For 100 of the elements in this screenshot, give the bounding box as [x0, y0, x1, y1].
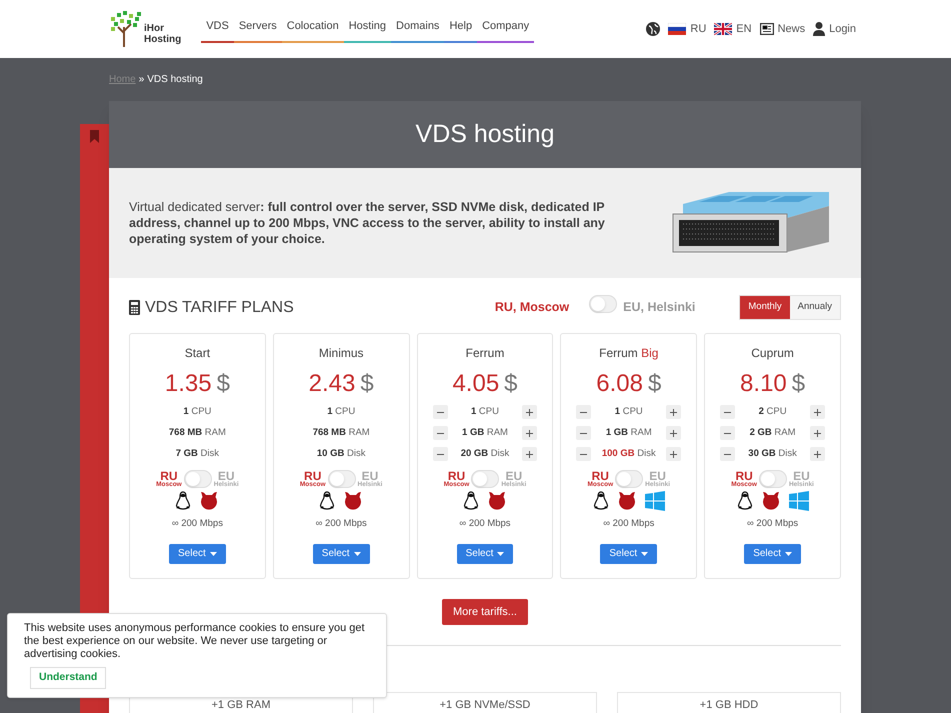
plus-icon [814, 450, 821, 458]
location-toggle[interactable] [328, 470, 356, 488]
currency-sign: $ [360, 369, 374, 399]
calculator-icon [129, 300, 140, 315]
spec-text: 1 CPU [614, 404, 643, 419]
location-toggle[interactable] [589, 294, 618, 312]
plan-price: 4.05 [452, 369, 500, 399]
spec-text: 1 GB RAM [462, 426, 508, 440]
minus-button[interactable] [720, 426, 736, 440]
plus-button[interactable] [810, 447, 825, 461]
nav-link[interactable]: VDS [201, 15, 234, 43]
plus-icon [670, 408, 678, 416]
location-code: RU [160, 470, 178, 482]
spec-text: 100 GB Disk [602, 446, 656, 461]
billing-tab[interactable]: Annualy [790, 296, 840, 319]
location-code: RU [735, 470, 753, 482]
caret-icon [641, 552, 648, 556]
plus-button[interactable] [522, 405, 538, 419]
plan-name: Ferrum [466, 345, 504, 362]
currency-sign: $ [504, 369, 518, 399]
page-title: VDS hosting [416, 118, 554, 150]
location-toggle[interactable] [758, 470, 787, 488]
penguin-icon [462, 490, 479, 510]
select-button[interactable]: Select [312, 544, 370, 564]
plus-button[interactable] [666, 405, 682, 419]
minus-button[interactable] [432, 426, 448, 440]
russia-flag-icon [668, 23, 686, 35]
location-toggle[interactable] [471, 470, 500, 488]
bookmark-icon [90, 130, 99, 143]
minus-button[interactable] [576, 447, 592, 461]
location-code: EU [505, 470, 522, 482]
globe-icon[interactable] [646, 22, 660, 36]
minus-button[interactable] [432, 447, 448, 461]
location-toggle[interactable] [184, 470, 212, 488]
plus-icon [814, 408, 821, 416]
minus-button[interactable] [432, 405, 448, 419]
nav-link[interactable]: Help [444, 15, 478, 43]
plus-button[interactable] [522, 426, 538, 440]
speed-text: ∞ 200 Mbps [747, 516, 798, 530]
nav-link[interactable]: Colocation [282, 15, 344, 43]
speed-text: ∞ 200 Mbps [603, 516, 654, 530]
spec-text: 1 CPU [183, 404, 212, 419]
windows-icon [788, 490, 809, 510]
windows-icon [644, 490, 665, 510]
plus-button[interactable] [666, 426, 682, 440]
select-button[interactable]: Select [169, 544, 226, 564]
addition-title: +1 GB HDD [700, 698, 758, 713]
speed-text: ∞ 200 Mbps [459, 516, 511, 530]
spec-text: 1 CPU [327, 404, 356, 419]
select-button[interactable]: Select [600, 544, 658, 564]
understand-button[interactable]: Understand [30, 667, 106, 689]
minus-button[interactable] [576, 426, 592, 440]
nav-link[interactable]: Servers [234, 15, 282, 43]
plan-price: 6.08 [596, 369, 643, 399]
addition-title: +1 GB RAM [212, 698, 270, 713]
caret-icon [497, 552, 504, 556]
language-link[interactable]: RU [668, 20, 706, 38]
plus-button[interactable] [666, 447, 682, 461]
spec-text: 768 MB RAM [168, 426, 226, 440]
minus-button[interactable] [720, 405, 736, 419]
intro-text: Virtual dedicated server: full control over the server, SSD NVMe disk, dedicated IP address, channel up to 200 Mbps, VNC access to the server, ability to install any operating system of your choice. [129, 199, 606, 247]
language-link[interactable]: EN [714, 20, 752, 38]
nav-link[interactable]: Domains [391, 15, 444, 43]
location-toggle[interactable] [615, 470, 644, 488]
minus-button[interactable] [720, 447, 736, 461]
select-button[interactable]: Select [744, 544, 801, 564]
minus-button[interactable] [576, 405, 592, 419]
plus-button[interactable] [522, 447, 538, 461]
section-title: VDS TARIFF PLANS [145, 298, 294, 318]
caret-icon [354, 552, 361, 556]
breadcrumb-current: VDS hosting [147, 73, 203, 87]
plan-name: Minimus [318, 345, 364, 362]
spec-text: 30 GB Disk [748, 446, 797, 461]
spec-text: 10 GB Disk [316, 446, 366, 461]
uk-flag-icon [714, 23, 732, 35]
plus-button[interactable] [810, 426, 825, 440]
speed-text: ∞ 200 Mbps [316, 516, 367, 530]
location-code: RU [448, 470, 466, 482]
speed-text: ∞ 200 Mbps [172, 516, 223, 530]
location-code: EU [649, 470, 666, 482]
newspaper-icon [760, 23, 774, 35]
spec-text: 1 GB RAM [606, 426, 652, 440]
currency-sign: $ [792, 369, 806, 399]
breadcrumb-separator: » [138, 73, 144, 87]
logo-text[interactable]: iHor Hosting [144, 23, 182, 45]
news-link[interactable]: News [760, 20, 806, 38]
spec-text: 1 CPU [470, 404, 499, 419]
more-tariffs-button[interactable]: More tariffs... [442, 599, 528, 625]
billing-tab[interactable]: Monthly [740, 296, 790, 319]
plan-name: Cuprum [751, 345, 794, 362]
location-code: RU [304, 470, 322, 482]
select-button[interactable]: Select [456, 544, 514, 564]
spec-text: 7 GB Disk [176, 446, 220, 461]
nav-link[interactable]: Company [477, 15, 534, 43]
login-link[interactable]: Login [813, 20, 856, 38]
user-icon [813, 22, 826, 36]
location-code: EU [793, 470, 810, 482]
nav-link[interactable]: Hosting [344, 15, 392, 43]
location-label: EU, Helsinki [623, 299, 696, 316]
plus-button[interactable] [810, 405, 825, 419]
